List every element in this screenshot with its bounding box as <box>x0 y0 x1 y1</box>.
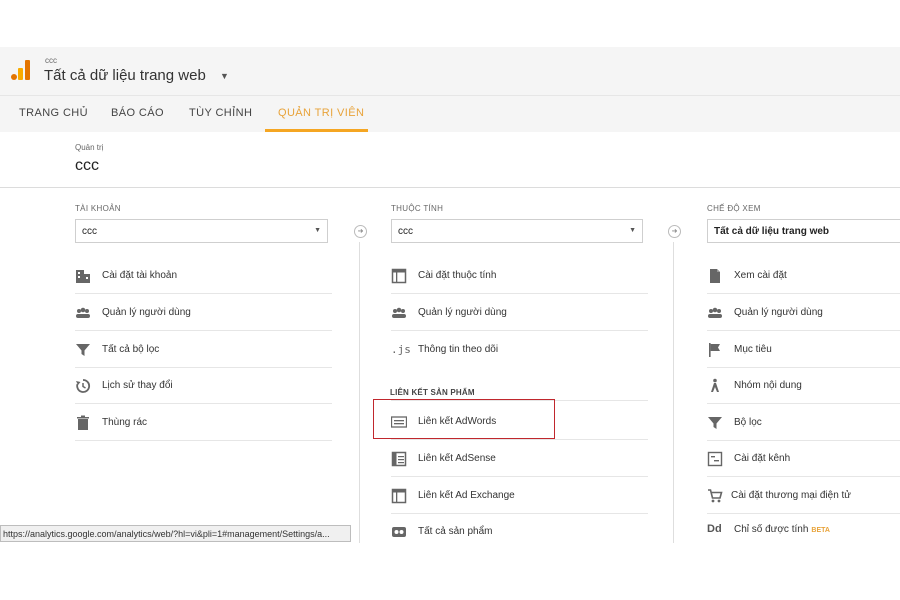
property-dropdown-value: ccc <box>398 226 413 237</box>
item-label: Tất cả sản phẩm <box>418 526 493 537</box>
admin-account-name: ccc <box>75 157 99 174</box>
item-label: Mục tiêu <box>734 344 772 355</box>
admin-header: Quản trị ccc <box>0 132 900 188</box>
change-history-item[interactable]: Lịch sử thay đổi <box>75 368 332 404</box>
tracking-info-item[interactable]: .js Thông tin theo dõi <box>391 332 648 368</box>
users-icon <box>392 307 406 318</box>
top-bar: ccc Tất cả dữ liệu trang web ▼ <box>0 47 900 95</box>
view-dropdown-value: Tất cả dữ liệu trang web <box>714 226 830 237</box>
adexchange-icon <box>391 488 407 504</box>
content-grouping-item[interactable]: Nhóm nội dung <box>707 368 900 404</box>
item-label: Liên kết AdSense <box>418 453 496 464</box>
arrow-right-icon: ➜ <box>354 225 367 238</box>
ecommerce-settings-item[interactable]: Cài đặt thương mại điện tử <box>707 478 900 514</box>
caret-down-icon: ▼ <box>629 227 636 234</box>
adsense-icon <box>391 451 407 467</box>
trash-item[interactable]: Thùng rác <box>75 405 332 441</box>
view-settings-item[interactable]: Xem cài đặt <box>707 258 900 294</box>
tab-home[interactable]: TRANG CHỦ <box>19 107 88 119</box>
channel-settings-item[interactable]: Cài đặt kênh <box>707 441 900 477</box>
analytics-app: ccc Tất cả dữ liệu trang web ▼ TRANG CHỦ… <box>0 47 900 543</box>
view-column-title: CHẾ ĐỘ XEM <box>707 204 761 213</box>
admin-label: Quản trị <box>75 143 104 152</box>
account-dropdown[interactable]: ccc ▼ <box>75 219 328 243</box>
filter-icon <box>76 344 90 356</box>
view-filters-item[interactable]: Bộ lọc <box>707 405 900 441</box>
account-dropdown-value: ccc <box>82 226 97 237</box>
calculated-metrics-item[interactable]: Dd Chỉ số được tính BETA <box>707 512 900 543</box>
flag-icon <box>709 343 720 357</box>
property-settings-item[interactable]: Cài đặt thuộc tính <box>391 258 648 294</box>
window-icon <box>391 268 407 284</box>
users-icon <box>708 307 722 318</box>
item-label: Cài đặt kênh <box>734 453 791 464</box>
channel-icon <box>707 451 723 467</box>
trash-icon <box>77 415 89 430</box>
view-selector[interactable]: Tất cả dữ liệu trang web <box>44 67 206 84</box>
item-label: Liên kết Ad Exchange <box>418 490 515 501</box>
dd-icon: Dd <box>707 523 722 535</box>
building-icon <box>76 270 90 283</box>
item-label: Chỉ số được tính BETA <box>734 524 830 535</box>
item-label: Quản lý người dùng <box>102 307 191 318</box>
document-icon <box>710 269 720 283</box>
cart-icon <box>708 489 723 503</box>
account-name-small: ccc <box>45 56 57 65</box>
adsense-link-item[interactable]: Liên kết AdSense <box>391 441 648 477</box>
column-divider <box>673 242 674 543</box>
users-icon <box>76 307 90 318</box>
person-walk-icon <box>711 378 719 392</box>
js-icon: .js <box>391 343 411 356</box>
item-label: Cài đặt tài khoản <box>102 270 178 281</box>
item-label: Lịch sử thay đổi <box>102 380 173 391</box>
product-links-section-label: LIÊN KẾT SẢN PHẨM <box>390 388 475 397</box>
adexchange-link-item[interactable]: Liên kết Ad Exchange <box>391 478 648 514</box>
history-icon <box>76 379 91 393</box>
caret-down-icon: ▼ <box>314 227 321 234</box>
item-label: Quản lý người dùng <box>734 307 823 318</box>
calculated-metrics-label: Chỉ số được tính <box>734 524 809 535</box>
nav-tabs: TRANG CHỦ BÁO CÁO TÙY CHỈNH QUẢN TRỊ VIÊ… <box>0 95 900 133</box>
caret-down-icon[interactable]: ▼ <box>220 71 229 81</box>
all-products-icon <box>392 527 406 537</box>
account-settings-item[interactable]: Cài đặt tài khoản <box>75 258 332 294</box>
view-dropdown[interactable]: Tất cả dữ liệu trang web <box>707 219 900 243</box>
item-label: Xem cài đặt <box>734 270 787 281</box>
view-users-item[interactable]: Quản lý người dùng <box>707 295 900 331</box>
account-filters-item[interactable]: Tất cả bộ lọc <box>75 332 332 368</box>
tab-reports[interactable]: BÁO CÁO <box>111 107 164 119</box>
item-label: Quản lý người dùng <box>418 307 507 318</box>
analytics-logo-icon[interactable] <box>11 60 31 80</box>
tab-admin[interactable]: QUẢN TRỊ VIÊN <box>278 107 364 119</box>
item-label: Thùng rác <box>102 417 148 428</box>
tab-customization[interactable]: TÙY CHỈNH <box>189 107 252 119</box>
item-label: Cài đặt thương mại điện tử <box>731 490 852 501</box>
item-label: Bộ lọc <box>734 417 762 428</box>
property-users-item[interactable]: Quản lý người dùng <box>391 295 648 331</box>
all-products-item[interactable]: Tất cả sản phẩm <box>391 514 648 543</box>
item-label: Tất cả bộ lọc <box>102 344 160 355</box>
browser-status-url: https://analytics.google.com/analytics/w… <box>0 525 351 542</box>
item-label: Thông tin theo dõi <box>418 344 499 355</box>
column-divider <box>359 242 360 543</box>
arrow-right-icon: ➜ <box>668 225 681 238</box>
goals-item[interactable]: Mục tiêu <box>707 332 900 368</box>
property-column-title: THUỘC TÍNH <box>391 204 444 213</box>
property-dropdown[interactable]: ccc ▼ <box>391 219 643 243</box>
filter-icon <box>708 417 722 429</box>
account-column-title: TÀI KHOẢN <box>75 204 121 213</box>
item-label: Nhóm nội dung <box>734 380 802 391</box>
beta-badge: BETA <box>811 527 830 534</box>
item-label: Cài đặt thuộc tính <box>418 270 497 281</box>
adwords-highlight-box <box>373 399 555 439</box>
account-users-item[interactable]: Quản lý người dùng <box>75 295 332 331</box>
